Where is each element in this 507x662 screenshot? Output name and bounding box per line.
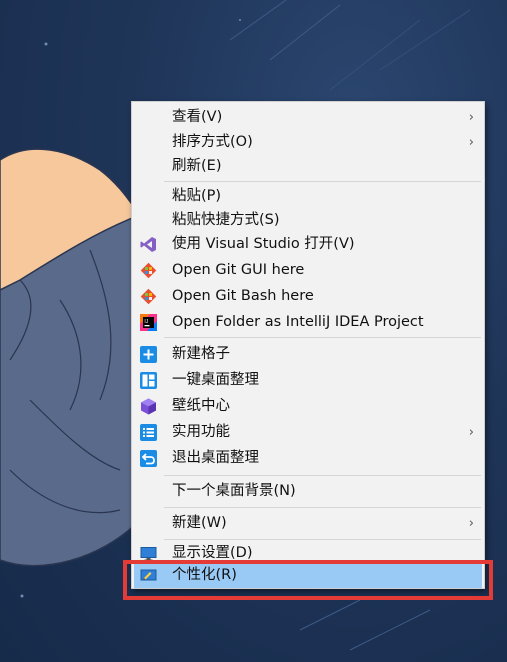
menu-item-label: 使用 Visual Studio 打开(V)	[172, 236, 355, 252]
menu-item-label: Open Folder as IntelliJ IDEA Project	[172, 314, 424, 330]
menu-item-open-intellij[interactable]: IJ Open Folder as IntelliJ IDEA Project	[134, 310, 482, 335]
menu-item-one-click-organize[interactable]: 一键桌面整理	[134, 368, 482, 393]
menu-item-label: 实用功能	[172, 424, 230, 440]
menu-item-open-visual-studio[interactable]: 使用 Visual Studio 打开(V)	[134, 232, 482, 257]
visual-studio-icon	[140, 237, 156, 252]
git-bash-icon	[140, 288, 157, 305]
menu-item-utilities[interactable]: 实用功能 ›	[134, 420, 482, 445]
list-tile-icon	[140, 424, 157, 441]
menu-separator	[164, 539, 481, 540]
menu-item-label: 壁纸中心	[172, 398, 230, 414]
menu-item-label: 下一个桌面背景(N)	[172, 483, 296, 499]
svg-text:IJ: IJ	[144, 319, 148, 325]
menu-item-view[interactable]: 查看(V) ›	[134, 105, 482, 130]
desktop-context-menu: 查看(V) › 排序方式(O) › 刷新(E) 粘贴(P) 粘贴快捷方式(S) …	[131, 101, 485, 589]
plus-tile-icon	[140, 346, 157, 363]
chevron-right-icon: ›	[468, 110, 474, 125]
git-gui-icon	[140, 262, 157, 279]
chevron-right-icon: ›	[468, 516, 474, 531]
menu-item-label: 查看(V)	[172, 109, 223, 125]
annotation-highlight-box	[123, 560, 493, 600]
menu-item-paste[interactable]: 粘贴(P)	[134, 184, 482, 209]
menu-item-label: 退出桌面整理	[172, 450, 259, 466]
menu-item-refresh[interactable]: 刷新(E)	[134, 154, 482, 179]
menu-item-label: 新建(W)	[172, 515, 227, 531]
chevron-right-icon: ›	[468, 425, 474, 440]
menu-item-open-git-gui[interactable]: Open Git GUI here	[134, 258, 482, 283]
menu-item-sort-by[interactable]: 排序方式(O) ›	[134, 130, 482, 155]
menu-item-label: 新建格子	[172, 346, 230, 362]
menu-item-label: 刷新(E)	[172, 158, 222, 174]
menu-separator	[164, 475, 481, 476]
exit-tile-icon	[140, 450, 157, 467]
menu-item-next-background[interactable]: 下一个桌面背景(N)	[134, 479, 482, 504]
menu-item-label: 粘贴(P)	[172, 188, 222, 204]
chevron-right-icon: ›	[468, 135, 474, 150]
menu-item-open-git-bash[interactable]: Open Git Bash here	[134, 284, 482, 309]
menu-item-new[interactable]: 新建(W) ›	[134, 511, 482, 536]
layout-tile-icon	[140, 372, 157, 389]
cube-icon	[141, 398, 156, 415]
menu-item-label: 一键桌面整理	[172, 372, 259, 388]
menu-item-label: 排序方式(O)	[172, 134, 253, 150]
menu-item-exit-organize[interactable]: 退出桌面整理	[134, 446, 482, 471]
menu-separator	[164, 337, 481, 338]
menu-item-wallpaper-center[interactable]: 壁纸中心	[134, 394, 482, 419]
menu-separator	[164, 181, 481, 182]
menu-item-label: 粘贴快捷方式(S)	[172, 212, 280, 228]
menu-item-paste-shortcut[interactable]: 粘贴快捷方式(S)	[134, 208, 482, 233]
menu-item-label: Open Git Bash here	[172, 288, 314, 304]
menu-item-label: Open Git GUI here	[172, 262, 305, 278]
menu-item-new-grid[interactable]: 新建格子	[134, 342, 482, 367]
menu-separator	[164, 507, 481, 508]
intellij-idea-icon: IJ	[140, 314, 157, 331]
